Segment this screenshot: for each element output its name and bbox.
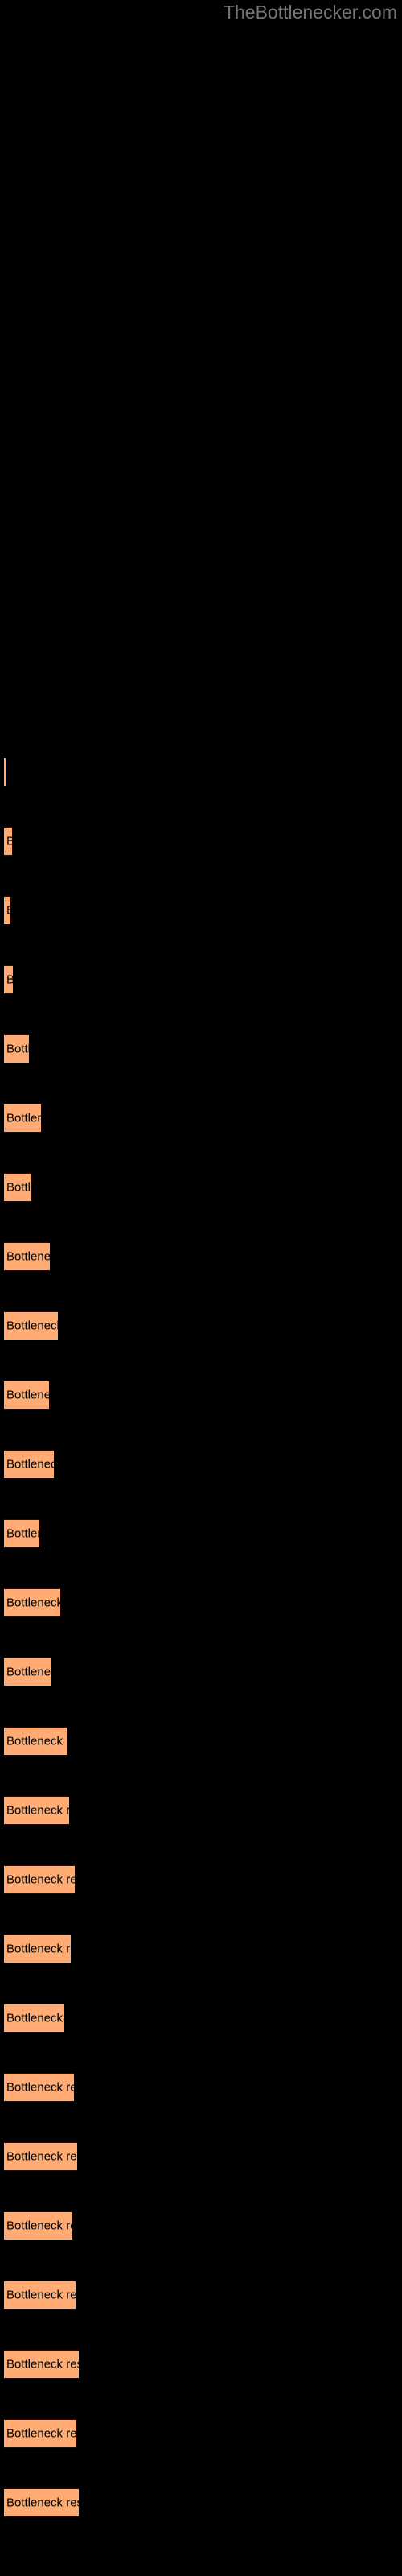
bar-row: Bottleneck result (0, 1865, 402, 1894)
chart-bar: Bottleneck result (4, 1727, 67, 1756)
bar-row: Bottleneck result (0, 758, 402, 786)
chart-bar: Bottleneck result (4, 1173, 31, 1202)
bar-row: Bottleneck result (0, 1381, 402, 1410)
bar-label: Bottleneck result (6, 2219, 72, 2233)
bar-row: Bottleneck result (0, 2142, 402, 2171)
bar-row: Bottleneck result (0, 2419, 402, 2448)
bar-label: Bottleneck result (6, 904, 10, 918)
bar-row: Bottleneck result (0, 1311, 402, 1340)
bar-label: Bottleneck result (6, 2149, 77, 2164)
chart-bar: Bottleneck result (4, 1519, 39, 1548)
bar-row: Bottleneck result (0, 1727, 402, 1756)
chart-bar: Bottleneck result (4, 2419, 76, 2448)
chart-bar: Bottleneck result (4, 1311, 58, 1340)
bar-row: Bottleneck result (0, 1519, 402, 1548)
bar-label: Bottleneck result (6, 2080, 74, 2095)
chart-bar: Bottleneck result (4, 896, 10, 925)
bar-row: Bottleneck result (0, 1450, 402, 1479)
chart-bar: Bottleneck result (4, 2073, 74, 2102)
bar-row: Bottleneck result (0, 1242, 402, 1271)
bar-label: Bottleneck result (6, 835, 12, 848)
bar-row: Bottleneck result (0, 1034, 402, 1063)
bar-label: Bottleneck result (6, 1734, 67, 1748)
bar-row: Bottleneck result (0, 1934, 402, 1963)
bar-label: Bottleneck result (6, 1180, 31, 1195)
bar-label: Bottleneck result (6, 973, 13, 987)
bar-label: Bottleneck result (6, 2496, 79, 2510)
chart-bar: Bottleneck result (4, 1450, 54, 1479)
chart-bar: Bottleneck result (4, 2004, 64, 2033)
bar-label: Bottleneck result (6, 2011, 64, 2025)
chart-bar: Bottleneck result (4, 1104, 41, 1133)
bar-label: Bottleneck result (6, 1042, 29, 1056)
bar-label: Bottleneck result (6, 1665, 51, 1679)
bar-row: Bottleneck result (0, 1588, 402, 1617)
bar-row: Bottleneck result (0, 2350, 402, 2379)
bar-row: Bottleneck result (0, 2004, 402, 2033)
bar-label: Bottleneck result (6, 1526, 39, 1541)
chart-bar: Bottleneck result (4, 827, 12, 856)
bar-row: Bottleneck result (0, 2281, 402, 2310)
chart-bar: Bottleneck result (4, 1865, 75, 1894)
bar-label: Bottleneck result (6, 1249, 50, 1264)
chart-bar: Bottleneck result (4, 1657, 51, 1686)
bar-label: Bottleneck result (6, 2357, 79, 2372)
bottleneck-bar-chart: Bottleneck result Bottleneck result Bottle… (0, 0, 402, 2576)
chart-bar: Bottleneck result (4, 2488, 79, 2517)
bar-row: Bottleneck result (0, 965, 402, 994)
bar-label: Bottleneck result (6, 1942, 71, 1956)
chart-bar: Bottleneck result (4, 2142, 77, 2171)
bar-row: Bottleneck result (0, 1104, 402, 1133)
bar-label: Bottleneck result (6, 1596, 60, 1610)
bar-label: Bottleneck result (6, 1111, 41, 1125)
bar-label: Bottleneck result (6, 1872, 75, 1887)
chart-bar: Bottleneck result (4, 1242, 50, 1271)
bar-row: Bottleneck result (0, 1173, 402, 1202)
bar-label: Bottleneck result (6, 2426, 76, 2441)
bar-row: Bottleneck result (0, 2211, 402, 2240)
chart-bar: Bottleneck result (4, 2350, 79, 2379)
bar-label: Bottleneck result (6, 1319, 58, 1333)
bar-label: Bottleneck result (6, 2288, 76, 2302)
bar-label: Bottleneck result (6, 1388, 49, 1402)
chart-bar: Bottleneck result (4, 965, 13, 994)
chart-bar: Bottleneck result (4, 2281, 76, 2310)
chart-bar: Bottleneck result (4, 1934, 71, 1963)
bar-row: Bottleneck result (0, 827, 402, 856)
bar-row: Bottleneck result (0, 896, 402, 925)
chart-bar: Bottleneck result (4, 1588, 60, 1617)
chart-bar: Bottleneck result (4, 758, 6, 786)
bar-row: Bottleneck result (0, 1796, 402, 1825)
bar-label: Bottleneck result (6, 1457, 54, 1472)
bar-label: Bottleneck result (6, 1803, 69, 1818)
chart-bar: Bottleneck result (4, 1381, 49, 1410)
bar-row: Bottleneck result (0, 2488, 402, 2517)
bar-row: Bottleneck result (0, 1657, 402, 1686)
chart-bar: Bottleneck result (4, 1034, 29, 1063)
bar-row: Bottleneck result (0, 2073, 402, 2102)
chart-bar: Bottleneck result (4, 2211, 72, 2240)
chart-bar: Bottleneck result (4, 1796, 69, 1825)
